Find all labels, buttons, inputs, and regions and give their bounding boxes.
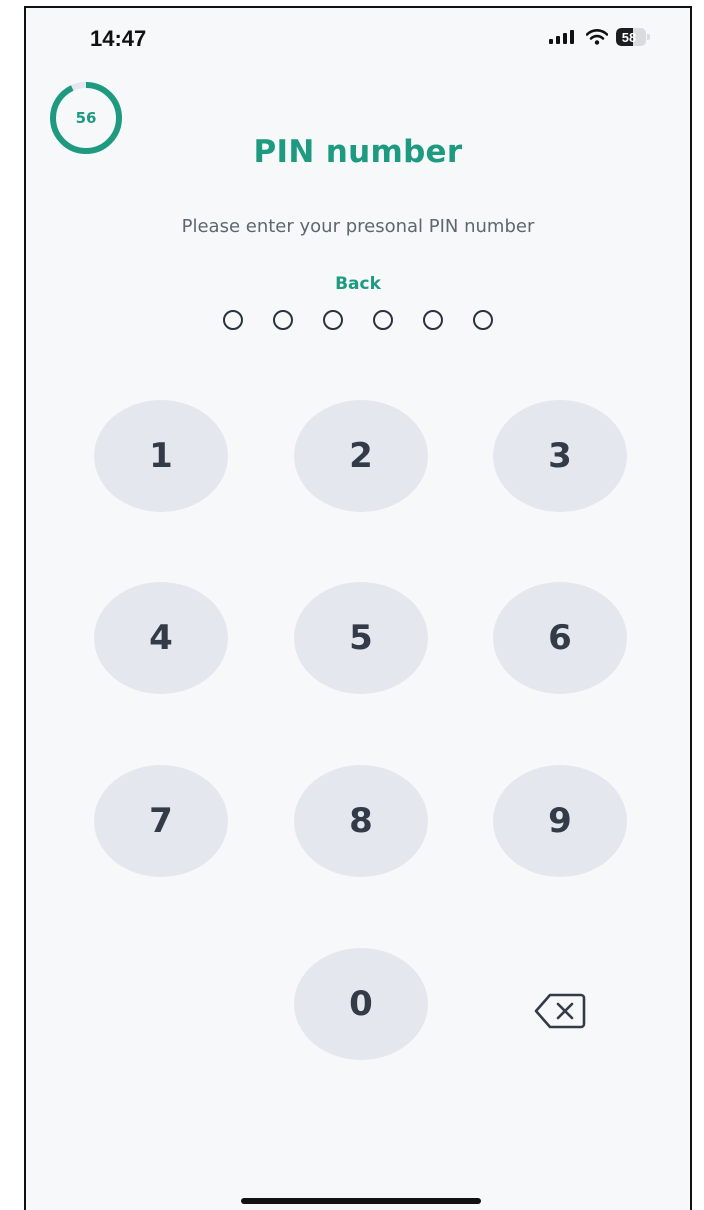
key-8[interactable]: 8	[294, 765, 428, 877]
key-4[interactable]: 4	[94, 582, 228, 694]
key-2[interactable]: 2	[294, 400, 428, 512]
keypad: 1 2 3 4 5 6 7 8 9 0	[26, 8, 690, 1210]
key-0[interactable]: 0	[294, 948, 428, 1060]
key-9[interactable]: 9	[493, 765, 627, 877]
key-1[interactable]: 1	[94, 400, 228, 512]
backspace-button[interactable]	[494, 976, 626, 1046]
backspace-icon	[534, 993, 586, 1029]
key-3[interactable]: 3	[493, 400, 627, 512]
key-7[interactable]: 7	[94, 765, 228, 877]
home-indicator[interactable]	[241, 1198, 481, 1204]
phone-screen: 14:47 58 56 PIN number Please enter your…	[24, 6, 692, 1210]
key-5[interactable]: 5	[294, 582, 428, 694]
key-6[interactable]: 6	[493, 582, 627, 694]
